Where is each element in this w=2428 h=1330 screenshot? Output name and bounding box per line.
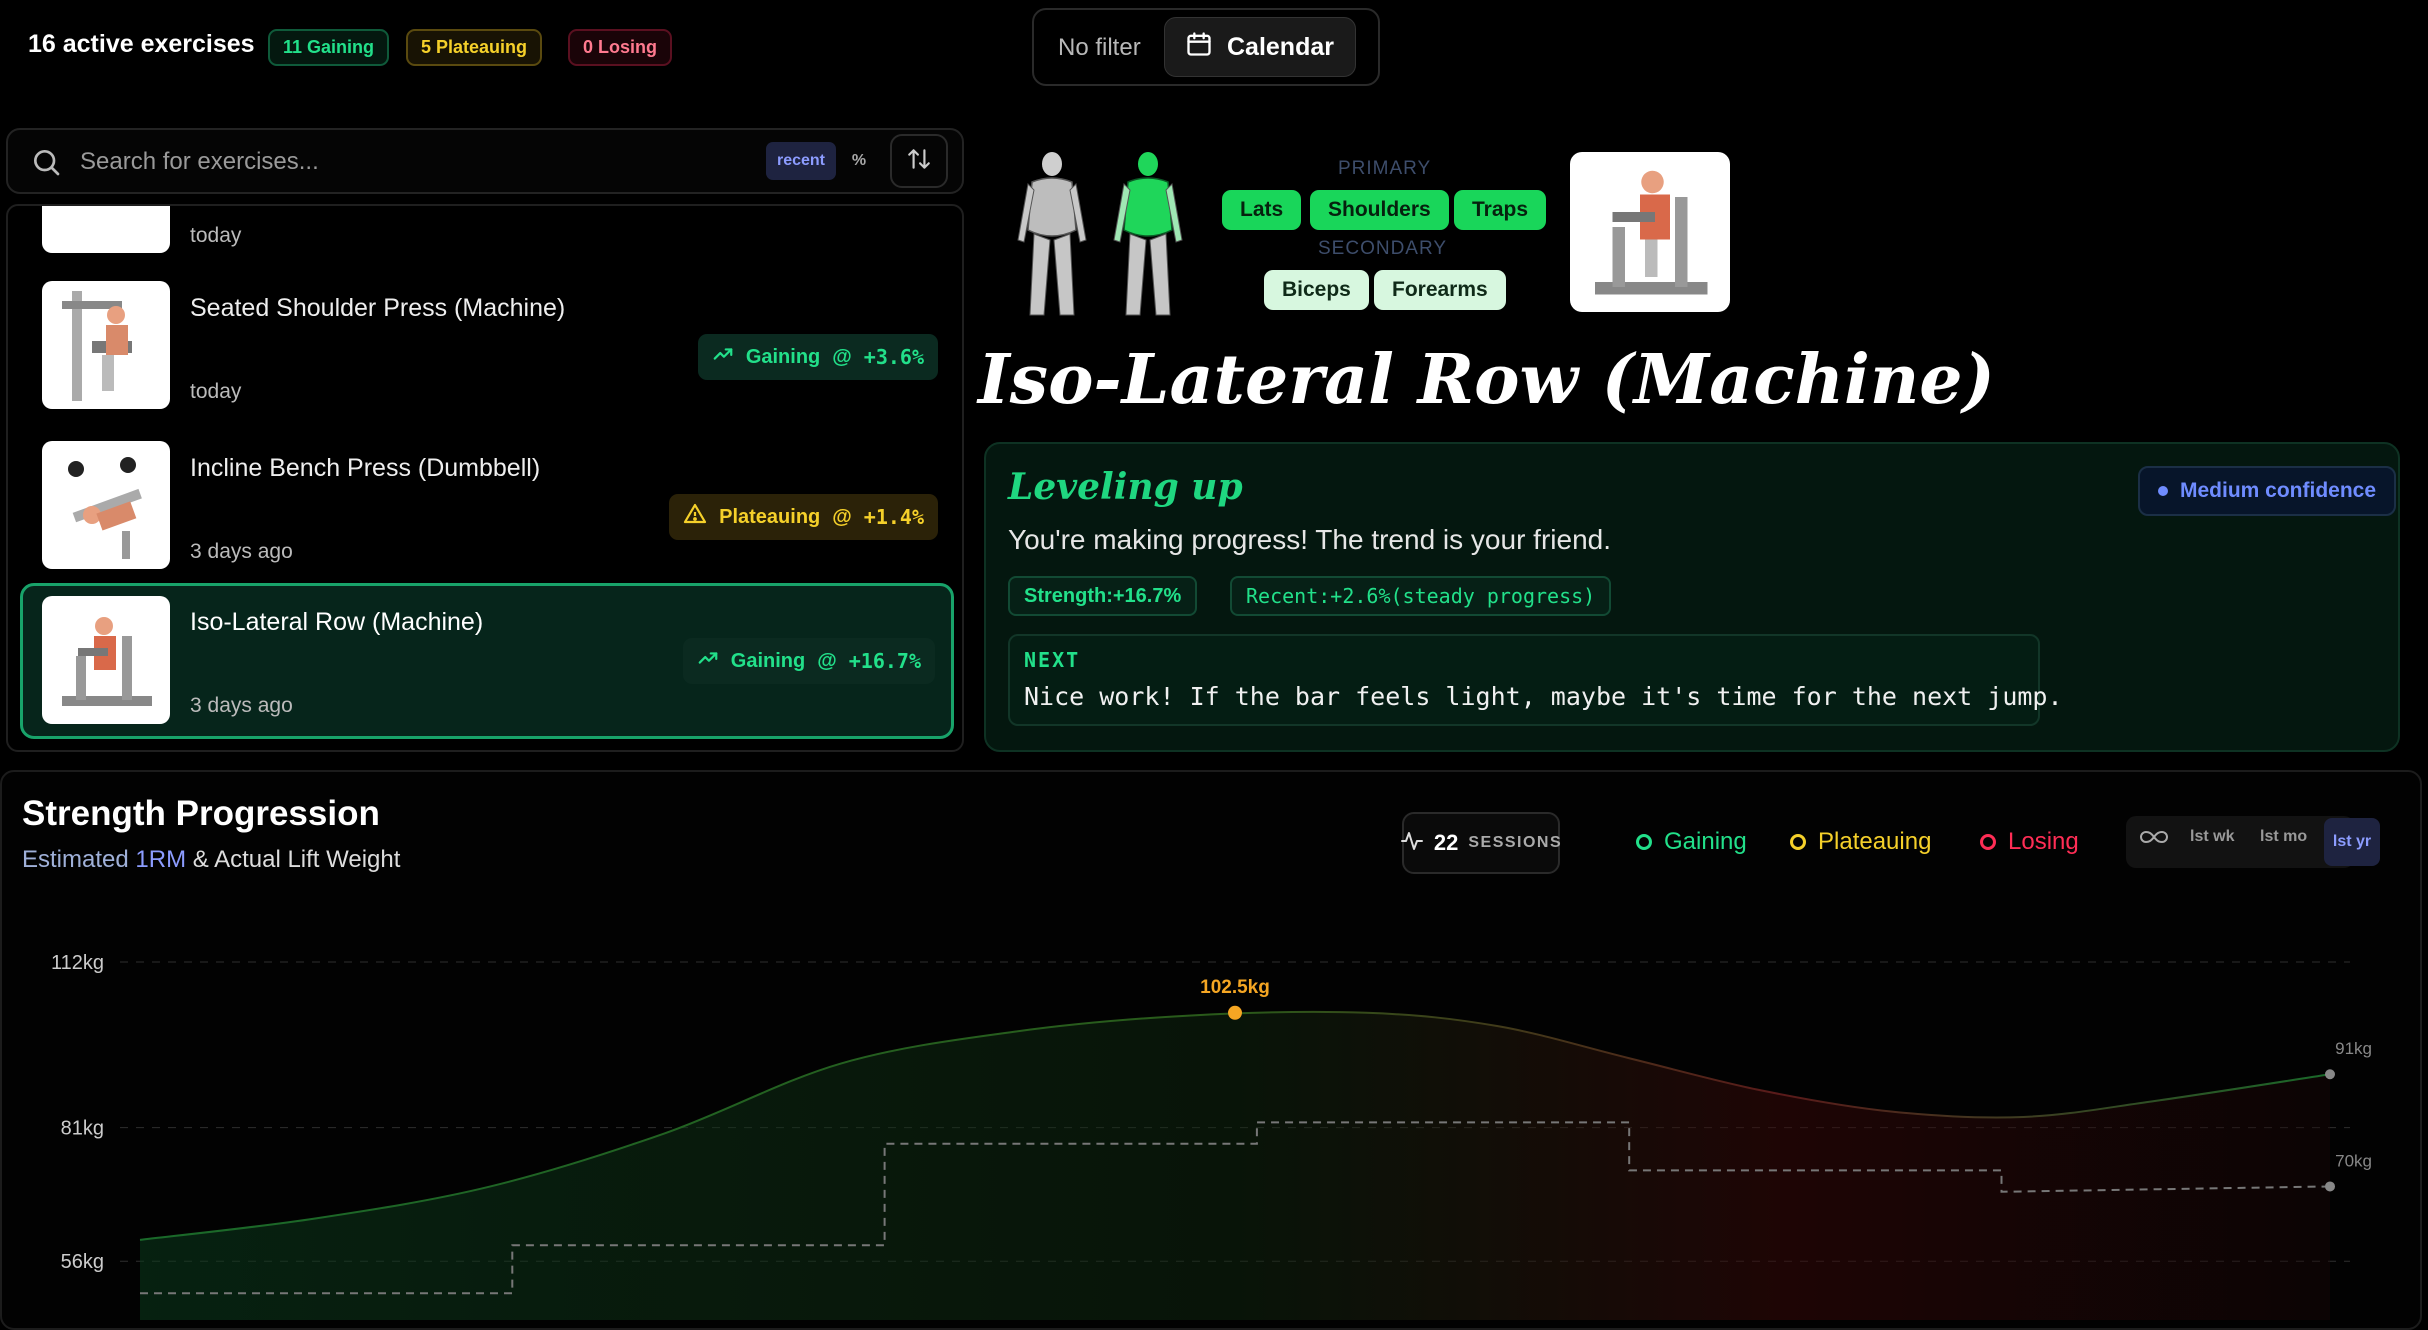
annotation-point[interactable] (2325, 1069, 2335, 1080)
insight-message: You're making progress! The trend is you… (1008, 524, 1611, 555)
search-input[interactable] (78, 144, 722, 180)
strength-stat: Strength:+16.7% (1008, 576, 1198, 616)
annotation-label: 91kg (2335, 1039, 2372, 1058)
strength-chart: 112kg 81kg 56kg 102.5kg 91kg 70kg (51, 952, 2372, 1320)
trend-badge: Gaining @ +3.6% (697, 334, 938, 380)
sort-percent-toggle[interactable]: % (842, 142, 876, 180)
sort-recent-toggle[interactable]: recent (766, 142, 836, 180)
exercise-thumbnail (42, 596, 170, 724)
active-exercises-count: 16 active exercises (28, 30, 255, 58)
exercise-illustration (1570, 152, 1730, 312)
range-last-month[interactable]: lst mo (2260, 828, 2307, 846)
next-label: NEXT (1024, 648, 1081, 672)
search-icon (30, 146, 62, 183)
next-suggestion-text: Nice work! If the bar feels light, maybe… (1024, 682, 2063, 711)
exercise-date: today (190, 380, 242, 403)
range-last-week[interactable]: lst wk (2190, 828, 2234, 846)
body-back-figure (1106, 150, 1190, 325)
y-tick-label: 81kg (61, 1118, 104, 1140)
muscle-chip-traps[interactable]: Traps (1454, 190, 1547, 230)
gaining-count-badge[interactable]: 11 Gaining (268, 29, 390, 66)
annotation-point[interactable] (2325, 1181, 2335, 1192)
trending-up-icon (697, 647, 719, 675)
annotation-label: 102.5kg (1200, 977, 1270, 998)
exercise-row[interactable]: today (20, 206, 954, 270)
annotation-point[interactable] (1228, 1005, 1242, 1020)
recent-stat: Recent:+2.6%(steady progress) (1230, 576, 1612, 616)
muscle-chip-biceps[interactable]: Biceps (1264, 270, 1369, 310)
trending-up-icon (712, 343, 734, 371)
warning-icon (683, 502, 707, 532)
activity-icon (1400, 829, 1424, 858)
calendar-button[interactable]: Calendar (1164, 17, 1356, 77)
calendar-icon (1185, 30, 1213, 65)
exercise-thumbnail (42, 441, 170, 569)
dot-icon (2158, 486, 2168, 496)
exercise-name: Incline Bench Press (Dumbbell) (190, 454, 541, 482)
secondary-muscles-label: SECONDARY (1318, 238, 1448, 259)
no-filter-option[interactable]: No filter (1058, 34, 1141, 62)
primary-muscles-label: PRIMARY (1338, 158, 1432, 179)
legend-losing[interactable]: Losing (1980, 828, 2079, 856)
legend-dot-icon (1980, 834, 1996, 850)
exercise-row-selected[interactable]: Iso-Lateral Row (Machine) 3 days ago Gai… (20, 583, 954, 739)
y-tick-label: 112kg (51, 952, 104, 974)
trend-badge: Plateauing @ +1.4% (669, 494, 938, 540)
exercise-name: Iso-Lateral Row (Machine) (190, 608, 484, 636)
plateauing-count-badge[interactable]: 5 Plateauing (406, 29, 543, 66)
confidence-badge: Medium confidence (2138, 466, 2397, 516)
exercise-title: Iso-Lateral Row (Machine) (978, 340, 1995, 420)
exercise-date: today (190, 224, 242, 247)
legend-gaining[interactable]: Gaining (1636, 828, 1747, 856)
body-front-figure (1010, 150, 1094, 325)
exercise-name: Seated Shoulder Press (Machine) (190, 294, 566, 322)
sort-order-button[interactable] (890, 134, 948, 188)
insight-heading: Leveling up (1008, 466, 1243, 508)
range-last-year[interactable]: lst yr (2324, 818, 2380, 866)
y-tick-label: 56kg (61, 1251, 104, 1273)
sessions-counter: 22 SESSIONS (1400, 812, 1561, 874)
legend-dot-icon (1636, 834, 1652, 850)
exercise-row[interactable]: Seated Shoulder Press (Machine) today Ga… (20, 270, 954, 426)
chart-subtitle: Estimated 1RM & Actual Lift Weight (22, 846, 401, 873)
next-suggestion-box (1008, 634, 2040, 726)
muscle-chip-shoulders[interactable]: Shoulders (1310, 190, 1449, 230)
muscle-chip-forearms[interactable]: Forearms (1374, 270, 1506, 310)
sort-arrows-icon (906, 146, 932, 177)
exercise-row[interactable]: Incline Bench Press (Dumbbell) 3 days ag… (20, 430, 954, 586)
annotation-label: 70kg (2335, 1151, 2372, 1170)
exercise-thumbnail (42, 206, 170, 253)
exercise-list: today Seated Shoulder Press (Machine) to… (6, 204, 964, 752)
exercise-date: 3 days ago (190, 540, 293, 563)
estimated-1rm-area (140, 1012, 2330, 1320)
losing-count-badge[interactable]: 0 Losing (568, 29, 673, 66)
trend-badge: Gaining @ +16.7% (682, 638, 935, 684)
chart-title: Strength Progression (22, 794, 380, 833)
muscle-chip-lats[interactable]: Lats (1222, 190, 1302, 230)
calendar-label: Calendar (1227, 32, 1334, 61)
legend-dot-icon (1790, 834, 1806, 850)
infinity-icon[interactable] (2140, 826, 2168, 853)
exercise-thumbnail (42, 281, 170, 409)
exercise-date: 3 days ago (190, 694, 293, 717)
legend-plateauing[interactable]: Plateauing (1790, 828, 1931, 856)
